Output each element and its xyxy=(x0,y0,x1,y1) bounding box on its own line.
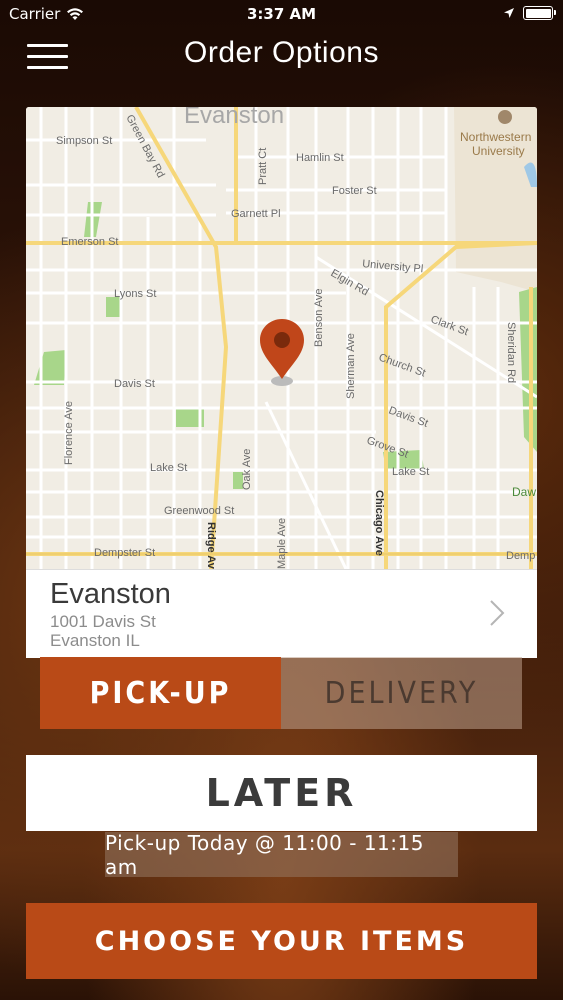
choose-items-button[interactable]: CHOOSE YOUR ITEMS xyxy=(26,903,537,979)
map-label: Florence Ave xyxy=(63,401,75,465)
map-label: Oak Ave xyxy=(241,449,253,490)
map-label: Benson Ave xyxy=(313,288,325,347)
location-row[interactable]: Evanston 1001 Davis St Evanston IL xyxy=(26,569,537,658)
map-label: Demp xyxy=(506,550,535,562)
map-label: Maple Ave xyxy=(276,518,288,569)
map-label: Davis St xyxy=(114,378,155,390)
map-label: Foster St xyxy=(332,185,377,197)
map-label: Ridge Ave xyxy=(205,522,217,569)
status-right xyxy=(503,6,556,20)
pickup-time-label: Pick-up Today @ 11:00 - 11:15 am xyxy=(105,831,458,879)
location-name: Evanston xyxy=(50,578,171,610)
map-label: Lyons St xyxy=(114,288,156,300)
map-label: University xyxy=(472,144,525,158)
map-label: Sheridan Rd xyxy=(505,322,517,383)
map-label: Greenwood St xyxy=(164,505,234,517)
map-label-evanston: Evanston xyxy=(184,107,284,129)
map[interactable]: Evanston Simpson St Green Bay Rd Pratt C… xyxy=(26,107,537,569)
nav-bar: Order Options xyxy=(0,30,563,80)
location-address-line2: Evanston IL xyxy=(50,631,140,650)
delivery-tab[interactable]: DELIVERY xyxy=(281,657,522,729)
map-label: Emerson St xyxy=(61,236,118,248)
map-label: Northwestern xyxy=(460,130,531,144)
map-label: Dempster St xyxy=(94,547,155,559)
map-label: Pratt Ct xyxy=(257,148,269,185)
location-arrow-icon xyxy=(504,8,514,18)
location-card: Evanston Simpson St Green Bay Rd Pratt C… xyxy=(26,107,537,667)
status-time: 3:37 AM xyxy=(246,5,317,23)
map-label: Lake St xyxy=(150,462,187,474)
status-bar: Carrier 3:37 AM xyxy=(0,0,563,30)
battery-icon xyxy=(523,6,556,20)
pickup-tab[interactable]: PICK-UP xyxy=(40,657,281,729)
map-label: Chicago Ave xyxy=(373,490,385,556)
location-address-line1: 1001 Davis St xyxy=(50,612,156,631)
map-label: Garnett Pl xyxy=(231,208,281,220)
map-label: Simpson St xyxy=(56,135,112,147)
map-label: Daw xyxy=(512,485,536,499)
map-label: Sherman Ave xyxy=(345,333,357,399)
map-label: Lake St xyxy=(392,466,429,478)
map-label: Hamlin St xyxy=(296,152,344,164)
map-canvas[interactable]: Evanston Simpson St Green Bay Rd Pratt C… xyxy=(26,107,537,569)
later-button[interactable]: LATER xyxy=(26,755,537,831)
chevron-right-icon xyxy=(490,600,505,626)
page-title: Order Options xyxy=(184,36,379,69)
